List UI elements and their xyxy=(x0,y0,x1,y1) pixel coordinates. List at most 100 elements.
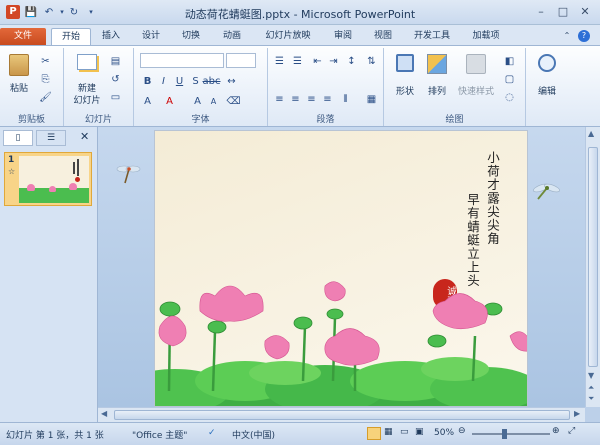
increase-indent-icon[interactable]: ⇥ xyxy=(326,54,341,69)
dragonfly-icon[interactable] xyxy=(116,163,142,185)
zoom-slider[interactable] xyxy=(472,429,550,439)
tab-insert[interactable]: 插入 xyxy=(95,28,127,45)
cut-icon[interactable]: ✂ xyxy=(38,54,53,69)
vertical-scrollbar[interactable]: ▲ ▼ ⏶ ⏷ xyxy=(585,127,600,407)
grow-font-icon[interactable]: A xyxy=(190,94,205,109)
help-icon[interactable]: ? xyxy=(576,28,592,45)
tab-animations[interactable]: 动画 xyxy=(216,28,248,45)
line-spacing-icon[interactable]: ↕ xyxy=(344,54,359,69)
slideshow-icon[interactable]: ▣ xyxy=(415,427,424,437)
numbering-icon[interactable]: ☰ xyxy=(290,54,305,69)
theme-name[interactable]: "Office 主题" xyxy=(132,428,187,441)
tab-view[interactable]: 视图 xyxy=(367,28,399,45)
underline-icon[interactable]: U xyxy=(172,74,187,89)
smartart-icon[interactable]: ▦ xyxy=(364,92,379,107)
group-label-paragraph: 段落 xyxy=(316,115,335,125)
arrange-icon xyxy=(427,54,447,74)
scroll-up-icon[interactable]: ▲ xyxy=(588,129,594,138)
zoom-level[interactable]: 50% xyxy=(434,428,454,438)
clear-format-icon[interactable]: ⌫ xyxy=(226,94,241,109)
slide-sorter-icon[interactable]: ▦ xyxy=(384,427,393,437)
scroll-thumb[interactable] xyxy=(588,147,598,367)
tab-file[interactable]: 文件 xyxy=(0,28,46,45)
section-icon[interactable]: ▭ xyxy=(108,90,123,105)
edit-button[interactable]: 编辑 xyxy=(532,52,562,108)
scroll-down-icon[interactable]: ▼ xyxy=(588,371,594,380)
shadow-icon[interactable]: S xyxy=(188,74,203,89)
horizontal-scrollbar[interactable]: ◀ ▶ xyxy=(98,407,585,422)
tab-design[interactable]: 设计 xyxy=(135,28,167,45)
dragonfly-icon[interactable] xyxy=(532,179,562,203)
tab-addins[interactable]: 加载项 xyxy=(466,28,506,45)
poem-line-1[interactable]: 小荷才露尖尖角 xyxy=(485,151,500,246)
minimize-ribbon-icon[interactable]: ⌃ xyxy=(560,28,574,45)
layout-icon[interactable]: ▤ xyxy=(108,54,123,69)
shrink-font-icon[interactable]: A xyxy=(206,94,221,109)
scroll-right-icon[interactable]: ▶ xyxy=(574,409,580,418)
outline-tab[interactable]: ☰ xyxy=(36,130,66,146)
arrange-label: 排列 xyxy=(427,87,446,97)
font-name-dropdown[interactable] xyxy=(140,53,224,68)
zoom-slider-handle[interactable] xyxy=(502,429,507,439)
group-label-clipboard: 剪贴板 xyxy=(17,115,45,125)
slides-tab[interactable]: ▯ xyxy=(3,130,33,146)
zoom-in-icon[interactable]: ⊕ xyxy=(552,426,560,436)
minimize-button[interactable]: – xyxy=(530,3,552,19)
align-center-icon[interactable]: ≡ xyxy=(288,92,303,107)
hscroll-thumb[interactable] xyxy=(114,410,570,420)
copy-icon[interactable]: ⎘ xyxy=(38,72,53,87)
arrange-button[interactable]: 排列 xyxy=(422,52,452,108)
group-label-drawing: 绘图 xyxy=(445,115,464,125)
font-color-icon[interactable]: A xyxy=(162,94,177,109)
tab-developer[interactable]: 开发工具 xyxy=(408,28,456,45)
ribbon: 粘贴 ✂ ⎘ 🖌 剪贴板 新建 幻灯片 ▤ ↺ ▭ 幻灯片 B I U S ab… xyxy=(0,45,600,127)
zoom-out-icon[interactable]: ⊖ xyxy=(458,426,466,436)
slide-editing-area[interactable]: 小荷才露尖尖角 早有蜻蜓立上头 诚斋 xyxy=(98,127,585,407)
group-label-font: 字体 xyxy=(191,115,210,125)
previous-slide-icon[interactable]: ⏶ xyxy=(588,383,594,393)
shape-outline-icon[interactable]: ▢ xyxy=(502,72,517,87)
shapes-button[interactable]: 形状 xyxy=(390,52,420,108)
close-button[interactable]: ✕ xyxy=(574,3,596,19)
quick-styles-button[interactable]: 快速样式 xyxy=(454,52,498,108)
bullets-icon[interactable]: ☰ xyxy=(272,54,287,69)
reading-view-icon[interactable]: ▭ xyxy=(400,427,409,437)
tab-home[interactable]: 开始 xyxy=(51,28,91,45)
language[interactable]: 中文(中国) xyxy=(232,428,275,441)
justify-icon[interactable]: ≡ xyxy=(320,92,335,107)
new-slide-icon xyxy=(77,54,97,70)
close-pane-icon[interactable]: ✕ xyxy=(80,130,89,143)
format-painter-icon[interactable]: 🖌 xyxy=(38,90,53,105)
tab-transitions[interactable]: 切换 xyxy=(175,28,207,45)
next-slide-icon[interactable]: ⏷ xyxy=(588,394,594,404)
slide-info: 幻灯片 第 1 张，共 1 张 xyxy=(6,431,104,441)
group-label-slides: 幻灯片 xyxy=(84,115,112,125)
fit-to-window-icon[interactable]: ⤢ xyxy=(568,426,575,436)
decrease-indent-icon[interactable]: ⇤ xyxy=(310,54,325,69)
italic-icon[interactable]: I xyxy=(156,74,171,89)
strikethrough-icon[interactable]: abc xyxy=(203,74,221,89)
text-direction-icon[interactable]: ⇅ xyxy=(364,54,379,69)
align-left-icon[interactable]: ≡ xyxy=(272,92,287,107)
paste-button[interactable]: 粘贴 xyxy=(6,52,32,96)
spell-check-icon[interactable]: ✓ xyxy=(208,428,216,438)
status-bar: 幻灯片 第 1 张，共 1 张 "Office 主题" ✓ 中文(中国) ▦ ▭… xyxy=(0,422,600,445)
align-right-icon[interactable]: ≡ xyxy=(304,92,319,107)
new-slide-button[interactable]: 新建 幻灯片 xyxy=(72,52,102,106)
normal-view-icon[interactable] xyxy=(367,427,381,440)
tab-review[interactable]: 审阅 xyxy=(327,28,359,45)
slide-canvas[interactable]: 小荷才露尖尖角 早有蜻蜓立上头 诚斋 xyxy=(154,130,528,407)
tab-slideshow[interactable]: 幻灯片放映 xyxy=(258,28,318,45)
slide-thumbnail-1[interactable]: 1 ☆ xyxy=(4,152,92,206)
shape-effects-icon[interactable]: ◌ xyxy=(502,90,517,105)
poem-line-2[interactable]: 早有蜻蜓立上头 xyxy=(465,193,480,288)
reset-icon[interactable]: ↺ xyxy=(108,72,123,87)
spacing-icon[interactable]: ↔ xyxy=(224,74,239,89)
shape-fill-icon[interactable]: ◧ xyxy=(502,54,517,69)
change-case-icon[interactable]: A xyxy=(140,94,155,109)
font-size-dropdown[interactable] xyxy=(226,53,256,68)
bold-icon[interactable]: B xyxy=(140,74,155,89)
columns-icon[interactable]: ⫴ xyxy=(338,92,353,107)
maximize-button[interactable]: □ xyxy=(552,3,574,19)
scroll-left-icon[interactable]: ◀ xyxy=(101,409,107,418)
